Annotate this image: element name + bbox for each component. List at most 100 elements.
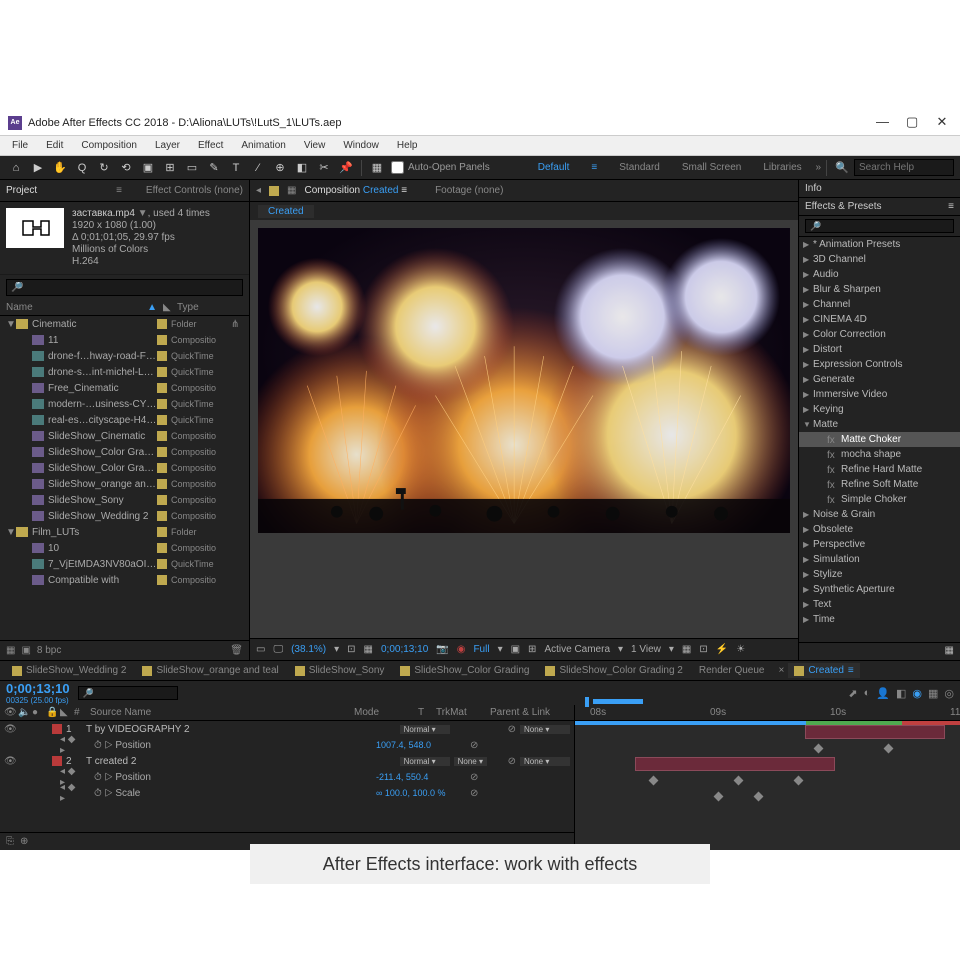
timeline-layer[interactable]: ◂ ◆ ▸⏱ ▷ Scale∞ 100.0, 100.0 %⊘ [0,785,574,801]
effect-item[interactable]: ▶Synthetic Aperture [799,582,960,597]
effect-item[interactable]: ▶3D Channel [799,252,960,267]
project-item[interactable]: 11Compositio [0,332,249,348]
layer-icon[interactable]: ▦ [287,185,296,196]
project-item[interactable]: drone-f…hway-road-FSZSL3V.movQuickTime [0,348,249,364]
effect-item[interactable]: fxRefine Soft Matte [799,477,960,492]
pixel-icon[interactable]: ⊡ [699,644,707,655]
timeline-tab[interactable]: SlideShow_Color Grading [394,663,535,678]
project-item[interactable]: SlideShow_Wedding 2Compositio [0,508,249,524]
effect-item[interactable]: ▶* Animation Presets [799,237,960,252]
project-item[interactable]: real-es…cityscape-H4KFUL9.movQuickTime [0,412,249,428]
interpret-icon[interactable]: ▦ [6,645,15,656]
menu-help[interactable]: Help [389,138,426,153]
monitor-icon[interactable]: 🖵 [273,644,283,655]
info-panel-title[interactable]: Info [805,183,822,194]
keyframe-icon[interactable] [649,776,659,786]
project-item[interactable]: Compatible withCompositio [0,572,249,588]
keyframe-icon[interactable] [884,744,894,754]
effects-apply-icon[interactable]: ▦ [945,645,954,656]
frame-blend-icon[interactable]: ◧ [896,687,906,700]
menu-layer[interactable]: Layer [147,138,188,153]
channel-icon[interactable]: ◉ [457,644,466,655]
graph-icon[interactable]: ▦ [928,687,938,700]
exposure-icon[interactable]: ☀ [736,644,745,655]
text-tool-icon[interactable]: T [226,159,246,177]
label-col-icon[interactable]: ◣ [60,707,70,718]
timeline-layer[interactable]: ◂ ◆ ▸⏱ ▷ Position1007.4, 548.0⊘ [0,737,574,753]
layer-bar[interactable] [635,757,835,771]
project-item[interactable]: SlideShow_orange and tealCompositio [0,476,249,492]
search-help-input[interactable] [854,159,954,176]
effect-item[interactable]: ▼Matte [799,417,960,432]
menu-view[interactable]: View [296,138,334,153]
toggle2-icon[interactable]: ⊕ [20,836,28,847]
timeline-tab[interactable]: Render Queue [693,663,771,678]
toggle-switches-icon[interactable]: ⎘ [6,836,14,847]
timeline-layer[interactable]: 👁1T by VIDEOGRAPHY 2Normal ▾⊘None ▾ [0,721,574,737]
timeline-layer[interactable]: ◂ ◆ ▸⏱ ▷ Position-211.4, 550.4⊘ [0,769,574,785]
sort-icon[interactable]: ▲ [147,302,157,313]
effect-item[interactable]: ▶Expression Controls [799,357,960,372]
effects-search-input[interactable] [805,219,954,233]
keyframe-icon[interactable] [794,776,804,786]
region-icon[interactable]: ▣ [511,644,520,655]
time-ruler[interactable]: 08s09s10s11s [575,705,960,721]
timeline-tab[interactable]: SlideShow_orange and teal [136,663,284,678]
more-workspaces-icon[interactable]: » [815,162,821,173]
tab-footage[interactable]: Footage (none) [435,185,503,196]
col-type[interactable]: Type [177,302,243,313]
project-item[interactable]: SlideShow_Color GradingCompositio [0,444,249,460]
timeline-tab[interactable]: SlideShow_Color Grading 2 [539,663,688,678]
effect-item[interactable]: ▶Perspective [799,537,960,552]
timeline-tab[interactable]: Created ≡ [788,663,859,678]
mode-col[interactable]: Mode [354,707,414,718]
effect-item[interactable]: fxSimple Choker [799,492,960,507]
effect-item[interactable]: fxRefine Hard Matte [799,462,960,477]
project-item[interactable]: SlideShow_CinematicCompositio [0,428,249,444]
comp-name-link[interactable]: Created [363,185,399,196]
magnify-icon[interactable]: ▭ [256,644,265,655]
keyframe-icon[interactable] [814,744,824,754]
col-tag-icon[interactable]: ◣ [163,302,177,313]
effect-item[interactable]: ▶Channel [799,297,960,312]
tab-project[interactable]: Project [6,185,37,196]
flowchart-icon[interactable]: ▣ [21,645,30,656]
effects-menu-icon[interactable]: ≡ [948,201,954,212]
workspace-small-screen[interactable]: Small Screen [676,160,747,175]
zoom-dropdown[interactable]: (38.1%) [291,644,326,655]
col-name[interactable]: Name [6,302,147,313]
project-item[interactable]: modern-…usiness-CYTWGFA.movQuickTime [0,396,249,412]
effect-item[interactable]: ▶Distort [799,342,960,357]
project-item[interactable]: Free_CinematicCompositio [0,380,249,396]
rotate-tool-icon[interactable]: ⟲ [116,159,136,177]
project-search-input[interactable] [6,279,243,296]
timeline-tab[interactable]: SlideShow_Wedding 2 [6,663,132,678]
comp-mini-icon[interactable]: ⬈ [848,687,857,700]
effect-item[interactable]: ▶Audio [799,267,960,282]
maximize-button[interactable]: ▢ [906,117,918,129]
project-list[interactable]: ▼CinematicFolder⋔11Compositiodrone-f…hwa… [0,316,249,640]
effect-item[interactable]: ▶Immersive Video [799,387,960,402]
view-dropdown[interactable]: 1 View [631,644,661,655]
effect-item[interactable]: ▶Time [799,612,960,627]
hand-tool-icon[interactable]: ✋ [50,159,70,177]
zoom-tool-icon[interactable]: Q [72,159,92,177]
effect-item[interactable]: ▶Simulation [799,552,960,567]
shy-icon[interactable]: 👤 [876,687,890,700]
close-button[interactable]: ✕ [936,117,948,129]
pan-behind-tool-icon[interactable]: ⊞ [160,159,180,177]
comp-breadcrumb[interactable]: Created [258,205,314,218]
effect-item[interactable]: ▶Color Correction [799,327,960,342]
clone-tool-icon[interactable]: ⊕ [270,159,290,177]
snapshot-icon[interactable]: 📷 [436,644,448,655]
share-icon[interactable]: ▦ [682,644,691,655]
project-item[interactable]: ▼Film_LUTsFolder [0,524,249,540]
grid-icon[interactable]: ⊞ [528,644,536,655]
menu-window[interactable]: Window [335,138,387,153]
selection-tool-icon[interactable]: ▶ [28,159,48,177]
timeline-tab[interactable]: SlideShow_Sony [289,663,391,678]
effect-item[interactable]: ▶CINEMA 4D [799,312,960,327]
project-item[interactable]: 10Compositio [0,540,249,556]
project-item[interactable]: SlideShow_Color Grading 2Compositio [0,460,249,476]
timeline-search-input[interactable] [78,686,178,700]
